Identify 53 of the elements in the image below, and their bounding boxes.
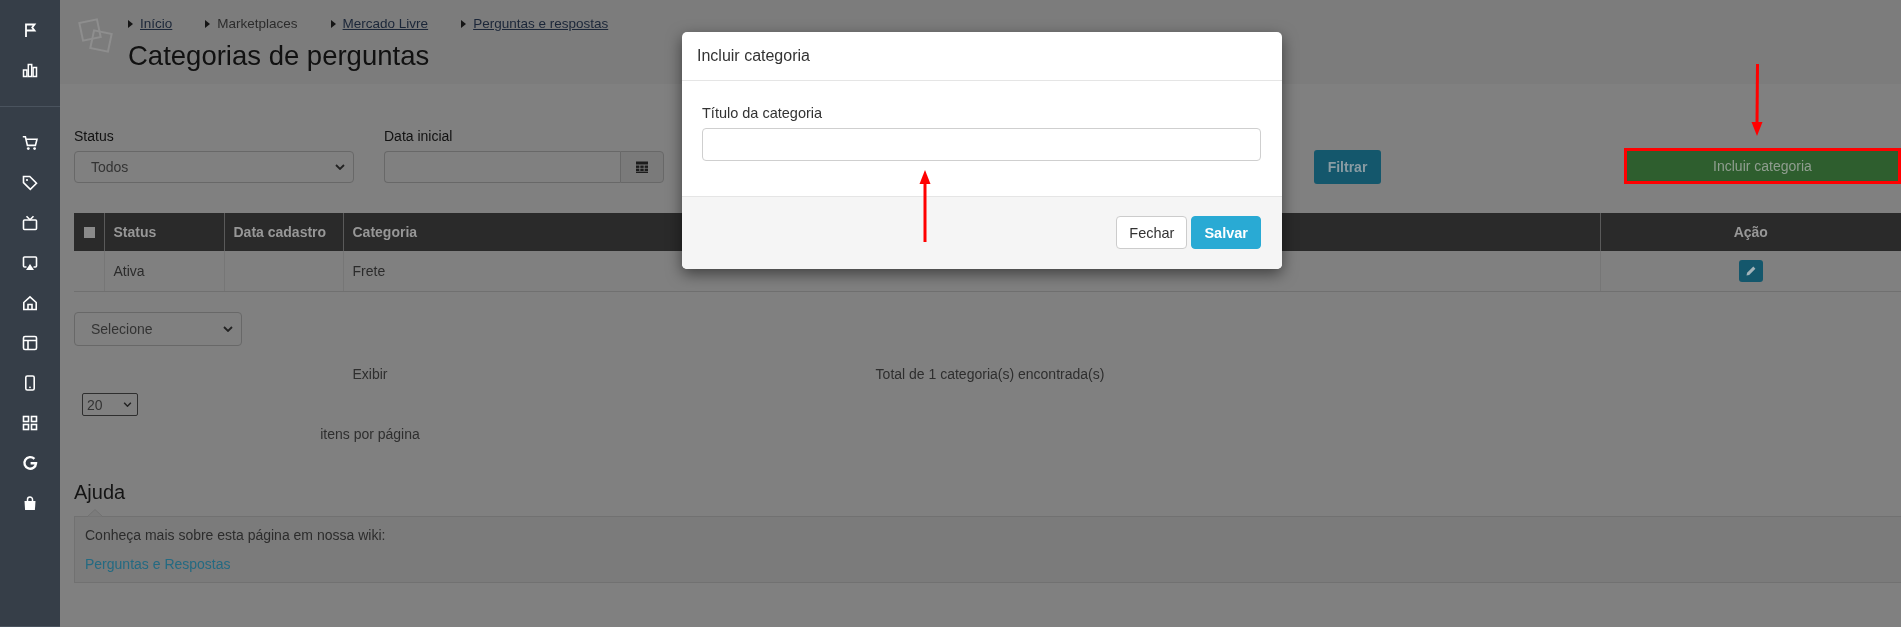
table-cell: Frete <box>352 263 386 279</box>
bulk-action-select[interactable]: Selecione <box>74 312 242 346</box>
field-label: Título da categoria <box>702 104 823 123</box>
save-button[interactable]: Salvar <box>1191 216 1261 249</box>
pencil-icon <box>1744 265 1757 277</box>
field-label: Status <box>74 127 114 146</box>
help-title: Ajuda <box>74 480 126 504</box>
page-title: Categorias de perguntas <box>128 40 431 71</box>
chevron-down-icon <box>223 326 233 332</box>
caret-icon <box>330 20 336 28</box>
select-all-checkbox[interactable] <box>84 226 95 238</box>
field-label: Data inicial <box>384 127 453 146</box>
breadcrumb-link[interactable]: Mercado Livre <box>342 15 429 33</box>
flag-icon[interactable] <box>22 22 38 38</box>
column-header: Data cadastro <box>233 224 327 240</box>
layout-icon[interactable] <box>22 335 38 351</box>
caret-icon <box>128 20 133 28</box>
column-header: Categoria <box>352 224 418 240</box>
g-logo-icon[interactable] <box>22 455 38 471</box>
modal-title: Incluir categoria <box>697 47 810 65</box>
tv-icon[interactable] <box>22 215 38 231</box>
tag-icon[interactable] <box>22 175 38 191</box>
per-page-label: itens por página <box>320 425 420 443</box>
shopping-bag-icon[interactable] <box>22 495 38 511</box>
chevron-down-icon <box>335 164 345 170</box>
cart-icon[interactable] <box>22 135 38 151</box>
table-cell: Ativa <box>113 263 145 279</box>
filter-button[interactable]: Filtrar <box>1314 150 1381 184</box>
calendar-button[interactable] <box>620 151 664 183</box>
calendar-icon <box>635 160 649 174</box>
date-input[interactable] <box>384 151 620 183</box>
caret-icon <box>205 20 211 28</box>
column-header: Status <box>113 224 157 240</box>
page-size-select[interactable]: 20 <box>82 393 138 416</box>
grid-icon[interactable] <box>22 415 38 431</box>
breadcrumb-link[interactable]: Perguntas e respostas <box>473 15 609 33</box>
show-label: Exibir <box>352 365 388 383</box>
screen-share-icon[interactable] <box>22 255 38 271</box>
caret-icon <box>461 20 467 28</box>
include-category-button[interactable]: Incluir categoria <box>1624 148 1901 184</box>
home-icon[interactable] <box>22 295 38 311</box>
mobile-phone-icon[interactable] <box>22 375 38 391</box>
column-header: Ação <box>1733 224 1768 240</box>
breadcrumb-text: Marketplaces <box>217 15 298 33</box>
help-text: Conheça mais sobre esta página em nossa wiki: <box>85 526 386 545</box>
edit-button[interactable] <box>1738 260 1763 282</box>
status-select[interactable]: Todos <box>74 151 354 183</box>
bar-chart-icon[interactable] <box>22 62 38 78</box>
category-title-input[interactable] <box>702 128 1261 161</box>
chevron-down-icon <box>123 402 132 407</box>
close-button[interactable]: Fechar <box>1116 216 1188 249</box>
breadcrumb-link[interactable]: Início <box>140 15 173 33</box>
total-count-text: Total de 1 categoria(s) encontrada(s) <box>875 365 1105 383</box>
